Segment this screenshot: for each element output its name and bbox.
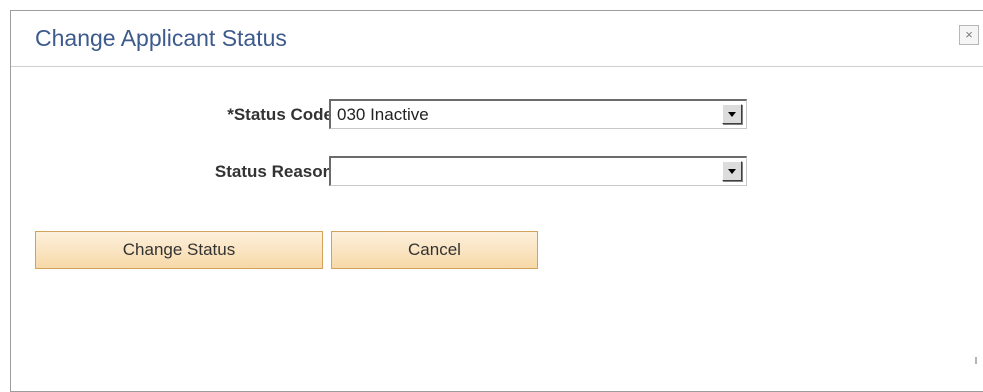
status-code-value: 030 Inactive <box>337 105 429 124</box>
status-reason-dropdown-button[interactable] <box>722 161 742 181</box>
close-icon: × <box>965 27 973 42</box>
dialog-title: Change Applicant Status <box>35 25 287 51</box>
status-code-dropdown-button[interactable] <box>722 104 742 124</box>
chevron-down-icon <box>728 169 736 174</box>
change-status-button[interactable]: Change Status <box>35 231 323 269</box>
status-code-label: *Status Code <box>227 105 333 124</box>
status-reason-select[interactable] <box>329 156 747 186</box>
cancel-button[interactable]: Cancel <box>331 231 538 269</box>
scroll-indicator <box>975 357 977 364</box>
change-applicant-status-dialog: Change Applicant Status × *Status Code 0… <box>10 10 983 392</box>
chevron-down-icon <box>728 112 736 117</box>
status-reason-label: Status Reason <box>214 162 333 181</box>
close-button[interactable]: × <box>959 25 979 45</box>
dialog-titlebar: Change Applicant Status × <box>11 11 983 67</box>
status-code-select[interactable]: 030 Inactive <box>329 99 747 129</box>
